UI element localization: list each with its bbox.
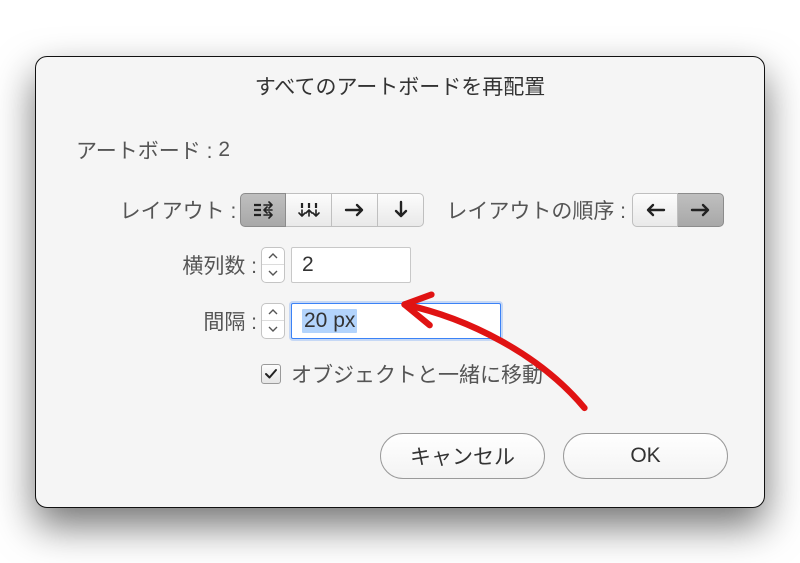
artboard-count: 2 bbox=[218, 138, 230, 162]
columns-stepper[interactable] bbox=[261, 247, 285, 283]
spacing-step-up[interactable] bbox=[262, 304, 284, 321]
artboard-label: アートボード : bbox=[76, 135, 212, 165]
rearrange-artboards-dialog: すべてのアートボードを再配置 アートボード : 2 レイアウト : bbox=[35, 56, 765, 508]
layout-button-group bbox=[240, 193, 424, 227]
arrow-right-icon bbox=[344, 203, 366, 217]
spacing-stepper[interactable] bbox=[261, 303, 285, 339]
chevron-down-icon bbox=[268, 270, 278, 276]
layout-label: レイアウト : bbox=[76, 195, 240, 225]
columns-input[interactable]: 2 bbox=[291, 247, 411, 283]
chevron-up-icon bbox=[268, 309, 278, 315]
arrow-left-icon bbox=[644, 203, 666, 217]
ok-button-label: OK bbox=[630, 444, 660, 468]
spacing-step-down[interactable] bbox=[262, 320, 284, 338]
chevron-down-icon bbox=[268, 326, 278, 332]
grid-row-icon bbox=[251, 201, 275, 219]
cancel-button-label: キャンセル bbox=[410, 441, 515, 471]
columns-value: 2 bbox=[302, 253, 314, 277]
spacing-input[interactable]: 20 px bbox=[291, 303, 501, 339]
grid-column-icon bbox=[297, 201, 321, 219]
spacing-value: 20 px bbox=[302, 309, 357, 333]
layout-arrange-right-button[interactable] bbox=[332, 193, 378, 227]
layout-order-group bbox=[632, 193, 724, 227]
move-with-objects-label: オブジェクトと一緒に移動 bbox=[291, 359, 543, 389]
chevron-up-icon bbox=[268, 253, 278, 259]
order-right-button[interactable] bbox=[678, 193, 724, 227]
dialog-title: すべてのアートボードを再配置 bbox=[36, 57, 764, 107]
layout-grid-column-button[interactable] bbox=[286, 193, 332, 227]
spacing-label: 間隔 : bbox=[76, 306, 261, 336]
arrow-down-icon bbox=[394, 200, 408, 220]
columns-step-down[interactable] bbox=[262, 264, 284, 282]
layout-arrange-down-button[interactable] bbox=[378, 193, 424, 227]
move-with-objects-checkbox[interactable] bbox=[261, 364, 281, 384]
check-icon bbox=[264, 367, 278, 381]
columns-label: 横列数 : bbox=[76, 250, 261, 280]
order-left-button[interactable] bbox=[632, 193, 678, 227]
layout-grid-row-button[interactable] bbox=[240, 193, 286, 227]
columns-step-up[interactable] bbox=[262, 248, 284, 265]
cancel-button[interactable]: キャンセル bbox=[380, 433, 545, 479]
layout-order-label: レイアウトの順序 : bbox=[446, 195, 626, 225]
ok-button[interactable]: OK bbox=[563, 433, 728, 479]
arrow-right-icon bbox=[690, 203, 712, 217]
